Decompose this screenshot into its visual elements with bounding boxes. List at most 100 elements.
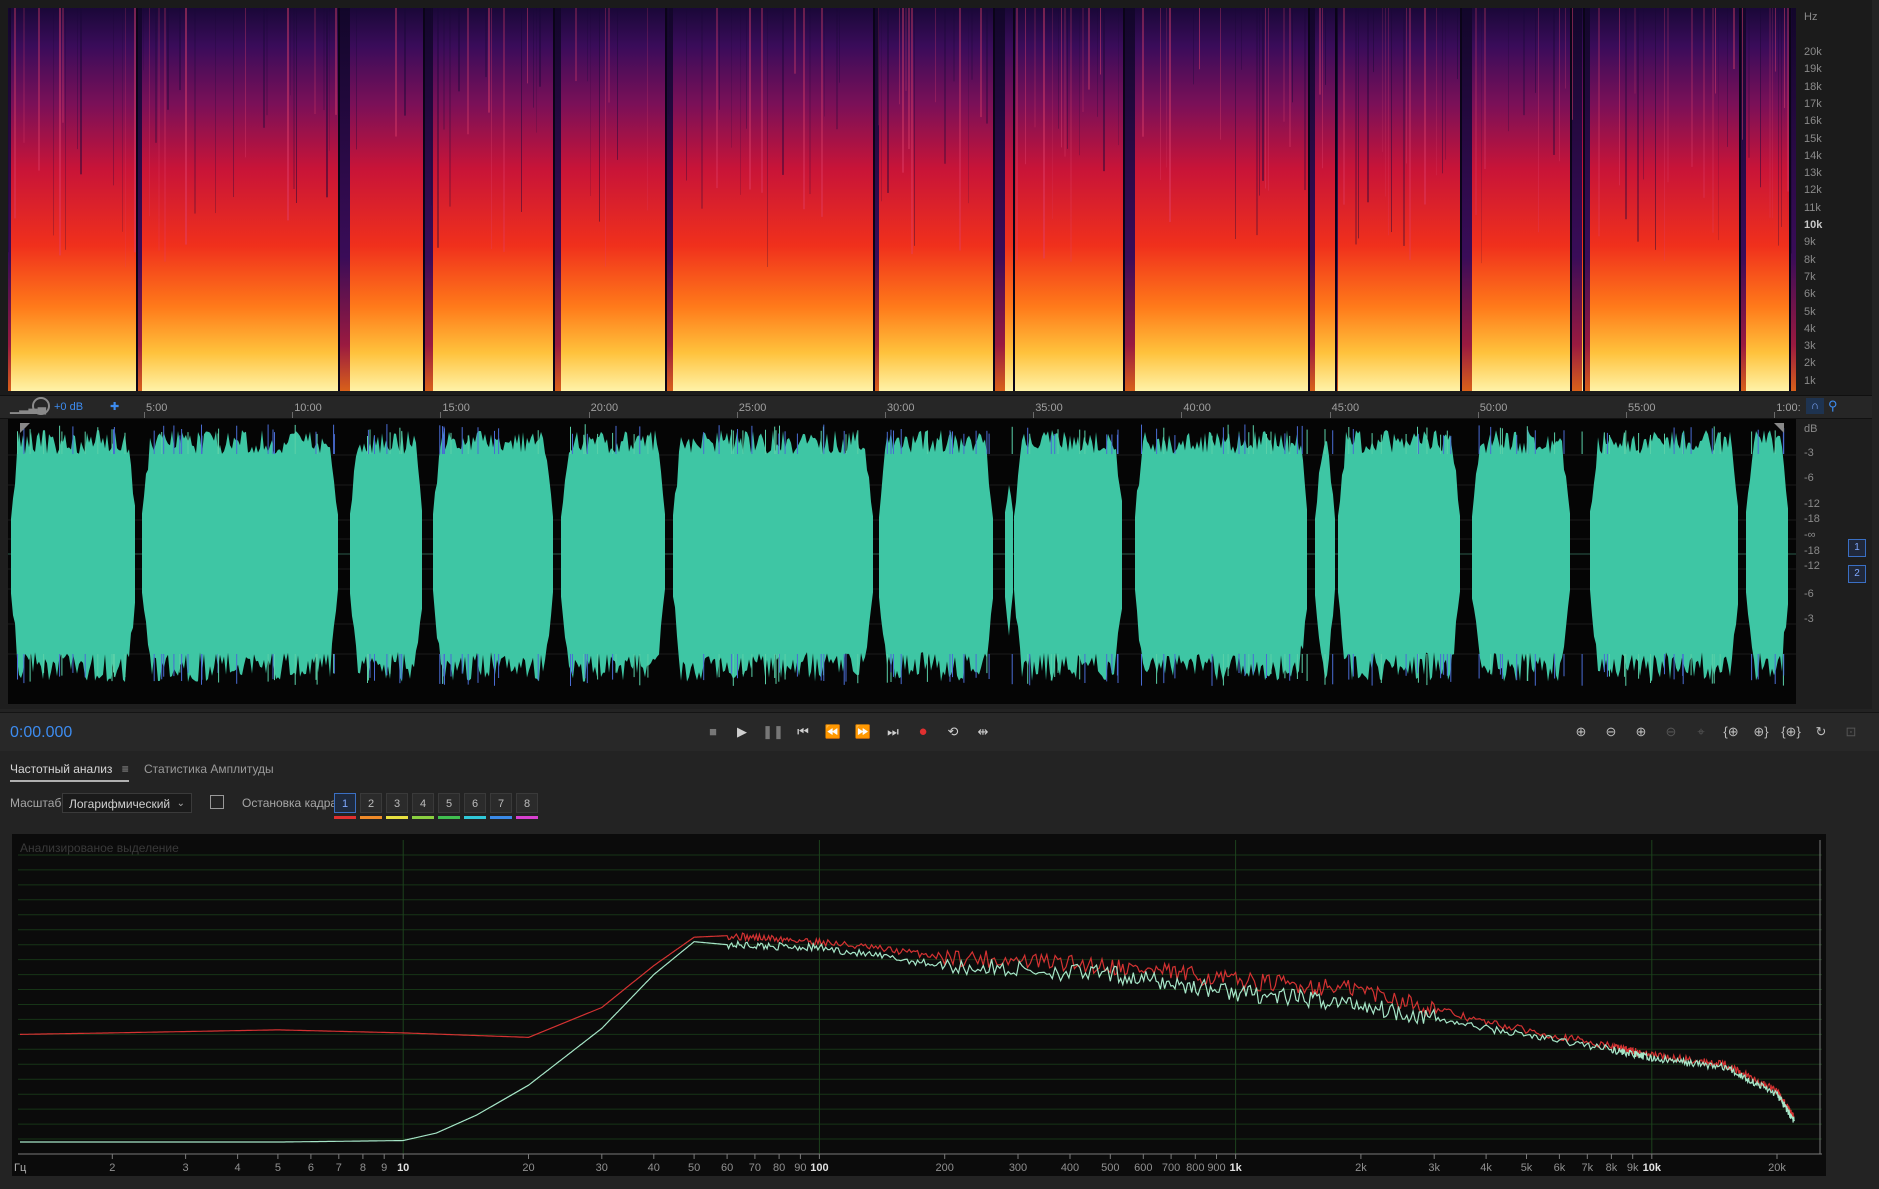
fast-forward-button[interactable]: ⏩ <box>852 722 874 742</box>
zoom-out-time-icon[interactable]: ⊖ <box>1660 722 1682 742</box>
tab-frequency-analysis[interactable]: Частотный анализ ≡ <box>10 762 129 782</box>
hold-frame-4-button[interactable]: 4 <box>412 793 434 813</box>
hold-frame-2-button[interactable]: 2 <box>360 793 382 813</box>
spectrogram-streak <box>1262 8 1264 181</box>
spectrogram-streak <box>77 8 78 150</box>
scale-dropdown[interactable]: Логарифмический ⌄ <box>62 793 192 813</box>
zoom-in-left-icon[interactable]: {⊕ <box>1720 722 1742 742</box>
zoom-in-amplitude-icon[interactable]: ⊕ <box>1570 722 1592 742</box>
zoom-reset-icon[interactable]: ⊡ <box>1840 722 1862 742</box>
zoom-to-selection-icon[interactable]: {⊕} <box>1780 722 1802 742</box>
spectrogram-streak <box>1289 8 1291 147</box>
x-tick-label: 6 <box>308 1162 314 1174</box>
x-tick-label: 6k <box>1554 1162 1566 1174</box>
zoom-in-time-icon[interactable]: ⊕ <box>1630 722 1652 742</box>
ruler-tick-label: 50:00 <box>1479 402 1508 414</box>
spectrogram-display[interactable] <box>8 8 1796 391</box>
tab-amplitude-statistics[interactable]: Статистика Амплитуды <box>144 762 274 776</box>
skip-selection-button[interactable]: ⇹ <box>972 722 994 742</box>
hz-tick-label: 2k <box>1804 357 1816 370</box>
waveform-display[interactable] <box>8 419 1796 704</box>
spectrogram-streak <box>905 8 907 91</box>
waveform-segment <box>1338 430 1460 681</box>
x-tick-label: 80 <box>773 1162 785 1174</box>
spectrogram-streak <box>1064 8 1066 157</box>
zoom-in-right-icon[interactable]: ⊕} <box>1750 722 1772 742</box>
copy-icon[interactable] <box>210 795 224 809</box>
spectrogram-streak <box>617 8 618 160</box>
spectrogram-streak <box>608 8 610 103</box>
play-button[interactable]: ▶ <box>731 722 753 742</box>
waveform-segment <box>1315 441 1335 680</box>
spectrogram-streak <box>908 8 910 150</box>
spectrogram-streak <box>431 8 432 206</box>
timeline-ruler[interactable]: ▁▂▃▄ +0 dB ✚ 5:00 10:00 15:00 20:00 25:00 30:… <box>0 396 1872 419</box>
spectrogram-streak <box>878 8 879 126</box>
hold-frame-1-button[interactable]: 1 <box>334 793 356 813</box>
stop-button[interactable]: ■ <box>702 722 724 742</box>
spectrogram-segment <box>11 8 136 391</box>
waveform-panel[interactable]: dB -3 -6 -12 -18 -∞ -18 -12 -6 -3 1 2 <box>0 419 1872 709</box>
spectrogram-streak <box>1712 8 1714 233</box>
spectrogram-streak <box>1325 8 1326 85</box>
record-button[interactable]: ● <box>912 722 934 742</box>
spectrogram-streak <box>1748 8 1750 158</box>
spectrogram-streak <box>1565 8 1566 89</box>
panel-menu-icon[interactable]: ≡ <box>122 762 129 776</box>
spectrogram-streak <box>1373 8 1374 73</box>
spectrogram-streak <box>1367 8 1369 203</box>
spectrogram-segment <box>350 8 423 391</box>
x-tick-label: 600 <box>1134 1162 1152 1174</box>
spectrogram-streak <box>23 8 25 143</box>
rewind-button[interactable]: ⏪ <box>822 722 844 742</box>
waveform-segment <box>879 430 993 682</box>
spectrogram-streak <box>263 8 265 128</box>
spectrogram-streak <box>794 8 796 74</box>
spectrogram-streak <box>1193 8 1194 85</box>
spectrogram-segment <box>1472 8 1570 391</box>
spectrogram-streak <box>761 8 763 193</box>
ruler-tick-label: 35:00 <box>1035 402 1063 414</box>
spectrogram-gap-line <box>423 8 425 391</box>
spectrogram-streak <box>245 8 246 158</box>
channel-2-toggle[interactable]: 2 <box>1848 565 1866 583</box>
spectrogram-streak <box>1655 8 1656 250</box>
channel-1-toggle[interactable]: 1 <box>1848 539 1866 557</box>
pause-button[interactable]: ❚❚ <box>762 722 784 742</box>
spectrogram-streak <box>782 8 784 175</box>
marker-pin-icon[interactable]: ⚲ <box>1828 398 1838 414</box>
hz-tick-label: 5k <box>1804 305 1816 318</box>
current-time-display[interactable]: 0:00.000 <box>10 724 72 742</box>
spectrogram-panel[interactable]: Hz 20k 19k 18k 17k 16k 15k 14k 13k 12k 11k 10k 9k 8k… <box>0 0 1872 396</box>
hold-frame-3-button[interactable]: 3 <box>386 793 408 813</box>
headphones-icon[interactable]: ∩ <box>1806 398 1824 414</box>
frequency-graph[interactable]: Анализированое выделение Гц 2 3 4 5 6 7 8 9 10 20 30… <box>12 834 1826 1176</box>
zoom-full-icon[interactable]: ↻ <box>1810 722 1832 742</box>
hold-frame-8-button[interactable]: 8 <box>516 793 538 813</box>
spectrogram-gap-line <box>1570 8 1572 391</box>
gain-knob-icon[interactable] <box>32 397 50 415</box>
spectrogram-streak <box>809 8 811 195</box>
ruler-tick-label: 10:00 <box>294 402 322 414</box>
zoom-selection-icon[interactable]: ⌖ <box>1690 722 1712 742</box>
hold-frame-7-button[interactable]: 7 <box>490 793 512 813</box>
spectrogram-streak <box>701 8 703 209</box>
spectrogram-streak <box>1619 8 1620 186</box>
spectrogram-streak <box>1235 8 1236 240</box>
spectrogram-streak <box>1100 8 1101 75</box>
zoom-out-amplitude-icon[interactable]: ⊖ <box>1600 722 1622 742</box>
spectrogram-streak <box>605 8 606 267</box>
hold-frame-5-button[interactable]: 5 <box>438 793 460 813</box>
ruler-tick-mark <box>1033 412 1035 418</box>
loop-button[interactable]: ⟲ <box>942 722 964 742</box>
hold-frame-6-button[interactable]: 6 <box>464 793 486 813</box>
spectrogram-streak <box>935 8 936 103</box>
skip-to-start-button[interactable]: ⏮ <box>792 722 814 742</box>
skip-to-end-button[interactable]: ⏭ <box>882 722 904 742</box>
spectrogram-streak <box>488 8 490 113</box>
spectrogram-gap-line <box>1739 8 1741 391</box>
spectrogram-streak <box>164 8 166 262</box>
pin-icon[interactable]: ✚ <box>110 400 119 413</box>
hold-frame-5-color <box>438 816 460 819</box>
gain-value[interactable]: +0 dB <box>54 401 83 413</box>
